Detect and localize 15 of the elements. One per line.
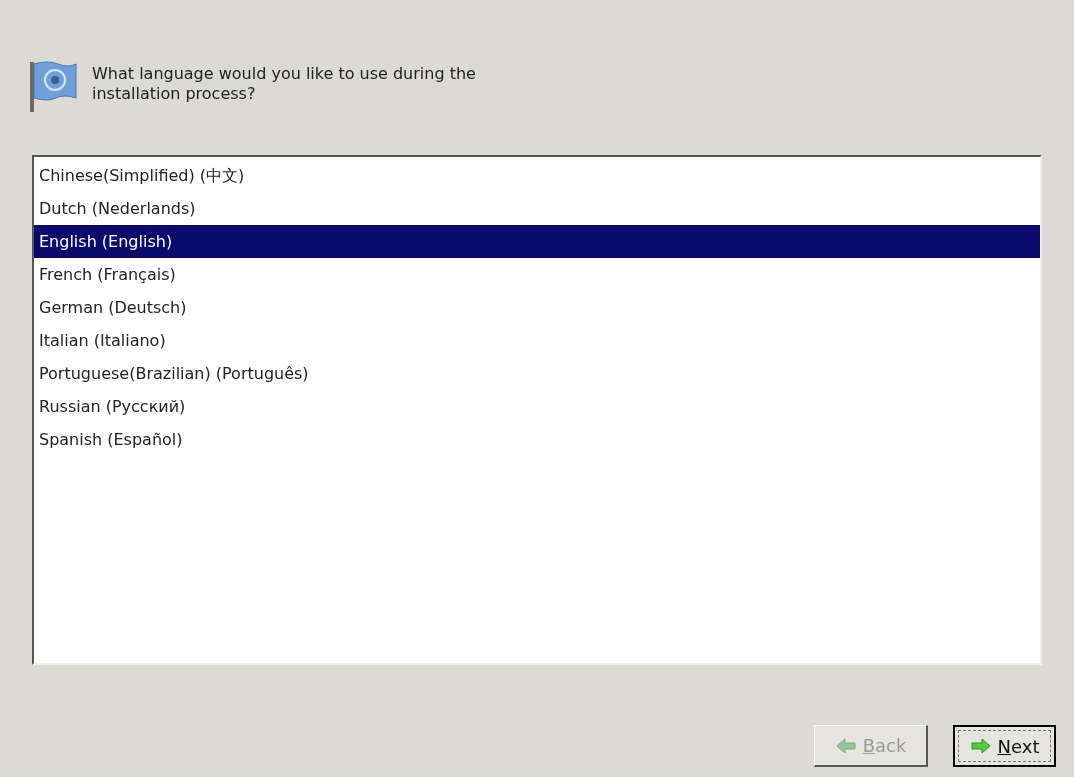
language-option[interactable]: French (Français) bbox=[34, 258, 1040, 291]
language-option[interactable]: Russian (Русский) bbox=[34, 390, 1040, 423]
language-option[interactable]: English (English) bbox=[34, 225, 1040, 258]
language-option[interactable]: Dutch (Nederlands) bbox=[34, 192, 1040, 225]
prompt-text: What language would you like to use during the installation process? bbox=[92, 63, 477, 104]
language-option[interactable]: German (Deutsch) bbox=[34, 291, 1040, 324]
language-option[interactable]: Italian (Italiano) bbox=[34, 324, 1040, 357]
flag-icon bbox=[28, 58, 78, 114]
language-option[interactable]: Portuguese(Brazilian) (Português) bbox=[34, 357, 1040, 390]
next-button[interactable]: Next bbox=[953, 725, 1056, 767]
language-option[interactable]: Chinese(Simplified) (中文) bbox=[34, 159, 1040, 192]
language-list[interactable]: Chinese(Simplified) (中文) Dutch (Nederlands) English (English) French (Français) German (Deutsch) Italian (Italiano) Portuguese(Brazilian) (Português) Russian (Русский) Spanish (Español) bbox=[32, 155, 1042, 665]
left-arrow-icon bbox=[834, 735, 857, 756]
right-arrow-icon bbox=[969, 736, 992, 756]
language-option[interactable]: Spanish (Español) bbox=[34, 423, 1040, 456]
